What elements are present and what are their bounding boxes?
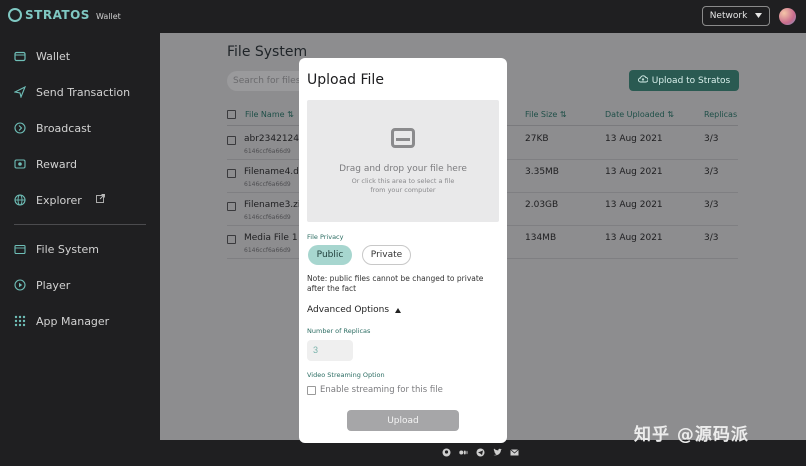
- video-streaming-label: Video Streaming Option: [307, 371, 385, 379]
- upload-to-stratos-label: Upload to Stratos: [651, 75, 731, 86]
- replicas-input[interactable]: [307, 340, 353, 361]
- row-checkbox[interactable]: [227, 169, 236, 178]
- replicas: 3/3: [704, 200, 719, 210]
- globe-icon: [14, 194, 26, 206]
- folder-icon: [14, 243, 26, 255]
- row-checkbox[interactable]: [227, 202, 236, 211]
- sidebar-item-app-manager[interactable]: App Manager: [0, 303, 160, 339]
- replicas: 3/3: [704, 134, 719, 144]
- column-header-file-name[interactable]: File Name ⇅: [245, 110, 294, 119]
- upload-file-modal: Upload File Drag and drop your file here…: [299, 58, 507, 443]
- date-uploaded: 13 Aug 2021: [605, 134, 663, 144]
- file-hash: 6146ccf6a66d9: [244, 148, 291, 155]
- cloud-upload-icon: [637, 75, 649, 86]
- inbox-tray-icon: [391, 128, 415, 148]
- sidebar-item-player[interactable]: Player: [0, 267, 160, 303]
- advanced-options-label: Advanced Options: [307, 305, 390, 315]
- sidebar-item-reward[interactable]: Reward: [0, 146, 160, 182]
- upload-button[interactable]: Upload: [347, 410, 459, 431]
- sidebar-item-label: Explorer: [36, 193, 82, 207]
- file-name: Filename4.d: [244, 167, 299, 177]
- chevron-up-icon: [395, 307, 402, 313]
- sidebar-item-label: Player: [36, 278, 71, 292]
- file-size: 2.03GB: [525, 200, 559, 210]
- file-size: 27KB: [525, 134, 549, 144]
- column-header-date-uploaded[interactable]: Date Uploaded ⇅: [605, 110, 674, 119]
- reward-icon: [14, 158, 26, 170]
- medium-icon[interactable]: [459, 448, 468, 459]
- sidebar-item-send-transaction[interactable]: Send Transaction: [0, 74, 160, 110]
- file-privacy-label: File Privacy: [307, 233, 344, 241]
- broadcast-icon: [14, 122, 26, 134]
- play-icon: [14, 279, 26, 291]
- column-header-file-size[interactable]: File Size ⇅: [525, 110, 567, 119]
- file-size: 134MB: [525, 233, 557, 243]
- sidebar-item-file-system[interactable]: File System: [0, 231, 160, 267]
- file-hash: 6146ccf6a66d9: [244, 247, 291, 254]
- sidebar-item-label: Send Transaction: [36, 85, 131, 99]
- avatar[interactable]: [779, 8, 796, 25]
- sidebar-item-label: Broadcast: [36, 121, 92, 135]
- sidebar-item-wallet[interactable]: Wallet: [0, 38, 160, 74]
- wallet-icon: [14, 50, 26, 62]
- stratos-logo-icon: [8, 8, 22, 22]
- send-icon: [14, 86, 26, 98]
- sidebar-nav: Wallet Send Transaction Broadcast Reward…: [0, 38, 160, 339]
- network-select[interactable]: Network: [702, 6, 770, 26]
- network-label: Network: [709, 11, 748, 21]
- file-name: Media File 1: [244, 233, 298, 243]
- select-all-checkbox[interactable]: [227, 110, 236, 119]
- file-size: 3.35MB: [525, 167, 559, 177]
- sidebar: STRATOS Wallet Wallet Send Transaction B…: [0, 0, 160, 466]
- sidebar-item-broadcast[interactable]: Broadcast: [0, 110, 160, 146]
- file-name: Filename3.zi: [244, 200, 301, 210]
- replicas: 3/3: [704, 167, 719, 177]
- streaming-checkbox[interactable]: [307, 385, 316, 395]
- date-uploaded: 13 Aug 2021: [605, 200, 663, 210]
- external-link-icon: [95, 194, 105, 206]
- row-checkbox[interactable]: [227, 235, 236, 244]
- sidebar-item-label: Reward: [36, 157, 77, 171]
- private-toggle-button[interactable]: Private: [362, 245, 411, 265]
- sidebar-item-explorer[interactable]: Explorer: [0, 182, 160, 218]
- chevron-down-icon: [755, 11, 763, 21]
- dropzone-sub-text: Or click this area to select a file from…: [351, 177, 455, 194]
- file-name: abr2342124h: [244, 134, 305, 144]
- replicas: 3/3: [704, 233, 719, 243]
- mail-icon[interactable]: [510, 448, 519, 459]
- logo-text: STRATOS: [25, 8, 90, 22]
- logo-subtitle: Wallet: [95, 12, 121, 21]
- sort-icon: ⇅: [559, 110, 567, 119]
- advanced-options-toggle[interactable]: Advanced Options: [307, 305, 402, 315]
- modal-title: Upload File: [307, 72, 384, 88]
- file-hash: 6146ccf6a66d9: [244, 181, 291, 188]
- grid-icon: [14, 315, 26, 327]
- footer-social-links: [442, 448, 519, 459]
- watermark: 知乎 @源码派: [634, 425, 749, 445]
- sort-icon: ⇅: [287, 110, 294, 119]
- privacy-note: Note: public files cannot be changed to …: [307, 274, 484, 293]
- sidebar-item-label: App Manager: [36, 314, 110, 328]
- column-header-replicas[interactable]: Replicas: [704, 110, 737, 119]
- date-uploaded: 13 Aug 2021: [605, 167, 663, 177]
- dropzone-main-text: Drag and drop your file here: [339, 164, 467, 174]
- public-toggle-button[interactable]: Public: [308, 245, 352, 265]
- app-logo[interactable]: STRATOS Wallet: [8, 8, 121, 22]
- upload-to-stratos-button[interactable]: Upload to Stratos: [629, 70, 739, 91]
- sidebar-item-label: File System: [36, 242, 99, 256]
- telegram-icon[interactable]: [476, 448, 485, 459]
- sort-icon: ⇅: [667, 110, 674, 119]
- twitter-icon[interactable]: [493, 448, 502, 459]
- row-checkbox[interactable]: [227, 136, 236, 145]
- github-icon[interactable]: [442, 448, 451, 459]
- file-dropzone[interactable]: Drag and drop your file here Or click th…: [307, 100, 499, 222]
- sidebar-item-label: Wallet: [36, 49, 71, 63]
- streaming-option[interactable]: Enable streaming for this file: [307, 385, 443, 395]
- replicas-label: Number of Replicas: [307, 327, 371, 335]
- sidebar-divider: [14, 224, 146, 225]
- page-title: File System: [227, 44, 308, 60]
- file-hash: 6146ccf6a66d9: [244, 214, 291, 221]
- date-uploaded: 13 Aug 2021: [605, 233, 663, 243]
- streaming-checkbox-label: Enable streaming for this file: [320, 385, 443, 395]
